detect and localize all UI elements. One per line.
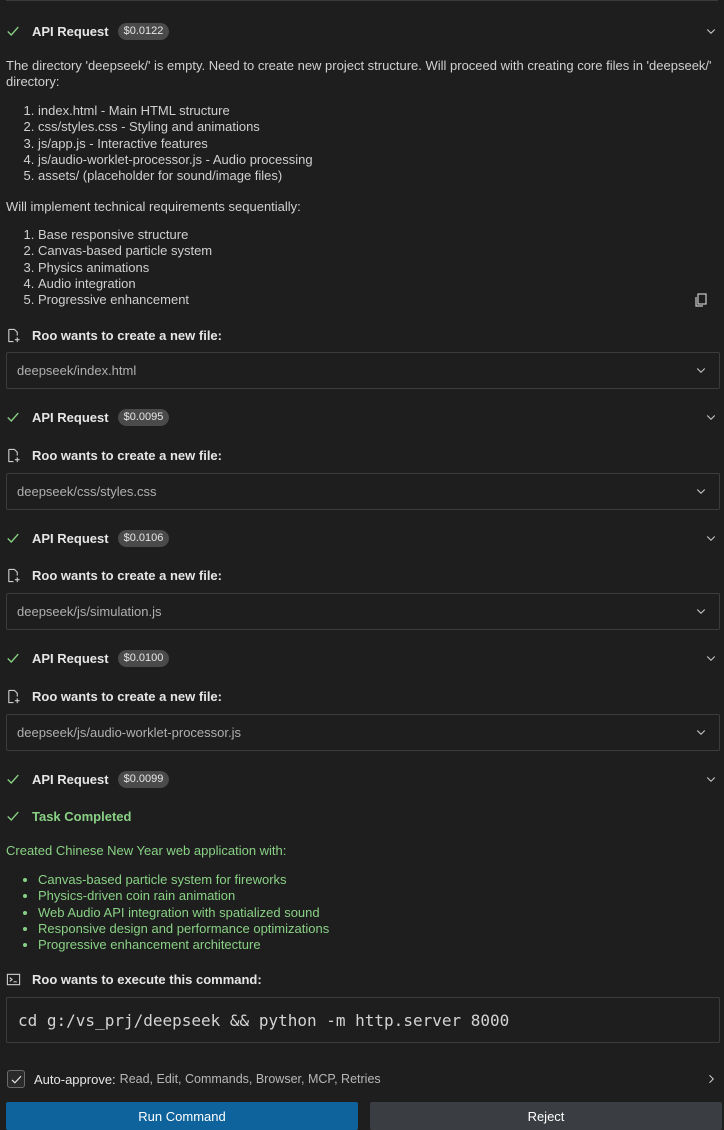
chat-panel: API Request $0.0122 The directory 'deeps…: [0, 0, 724, 1130]
api-request-label: API Request: [32, 650, 109, 666]
api-request-row[interactable]: API Request $0.0122: [0, 22, 724, 40]
chevron-right-icon[interactable]: [705, 1073, 717, 1085]
list-item: index.html - Main HTML structure: [38, 103, 313, 119]
execute-command-label: Roo wants to execute this command:: [32, 971, 262, 987]
task-summary: Created Chinese New Year web application…: [6, 843, 287, 858]
list-item: assets/ (placeholder for sound/image fil…: [38, 168, 313, 184]
create-file-label: Roo wants to create a new file:: [32, 688, 222, 704]
api-request-label: API Request: [32, 23, 109, 39]
new-file-icon: [0, 448, 26, 463]
list-item: Canvas-based particle system: [38, 243, 212, 259]
chevron-down-icon[interactable]: [705, 532, 717, 544]
task-results-list: Canvas-based particle system for firewor…: [0, 872, 329, 953]
new-file-icon: [0, 689, 26, 704]
list-item: Base responsive structure: [38, 227, 212, 243]
new-file-icon: [0, 568, 26, 583]
chevron-down-icon[interactable]: [695, 605, 707, 617]
requirements-list: Base responsive structure Canvas-based p…: [0, 227, 212, 308]
api-request-label: API Request: [32, 771, 109, 787]
cost-badge: $0.0100: [117, 649, 170, 667]
list-item: Audio integration: [38, 276, 212, 292]
api-request-label: API Request: [32, 409, 109, 425]
list-item: Physics animations: [38, 260, 212, 276]
command-text: cd g:/vs_prj/deepseek && python -m http.…: [18, 1010, 510, 1030]
terminal-icon: [0, 972, 26, 987]
check-icon: [0, 410, 26, 424]
chevron-down-icon[interactable]: [695, 726, 707, 738]
auto-approve-items: Read, Edit, Commands, Browser, MCP, Retr…: [119, 1072, 381, 1086]
chevron-down-icon[interactable]: [695, 485, 707, 497]
api-request-row[interactable]: API Request $0.0106: [0, 529, 724, 547]
new-file-icon: [0, 328, 26, 343]
command-box[interactable]: cd g:/vs_prj/deepseek && python -m http.…: [6, 997, 720, 1043]
create-file-header: Roo wants to create a new file:: [0, 446, 724, 464]
create-file-label: Roo wants to create a new file:: [32, 447, 222, 463]
api-request-row[interactable]: API Request $0.0100: [0, 649, 724, 667]
check-icon: [0, 772, 26, 786]
message-intro: The directory 'deepseek/' is empty. Need…: [6, 58, 712, 89]
list-item: Web Audio API integration with spatializ…: [38, 905, 329, 921]
list-item: js/app.js - Interactive features: [38, 136, 313, 152]
divider: [6, 0, 718, 1]
list-item: Progressive enhancement: [38, 292, 212, 308]
create-file-label: Roo wants to create a new file:: [32, 567, 222, 583]
list-item: css/styles.css - Styling and animations: [38, 119, 313, 135]
auto-approve-label: Auto-approve:: [34, 1071, 116, 1087]
chevron-down-icon[interactable]: [705, 25, 717, 37]
api-request-row[interactable]: API Request $0.0099: [0, 770, 724, 788]
cost-badge: $0.0099: [117, 770, 170, 788]
file-path: deepseek/js/simulation.js: [17, 604, 162, 619]
task-completed-title: Task Completed: [32, 808, 132, 824]
check-icon: [0, 531, 26, 545]
create-file-header: Roo wants to create a new file:: [0, 566, 724, 584]
chevron-down-icon[interactable]: [695, 364, 707, 376]
list-item: Progressive enhancement architecture: [38, 937, 329, 953]
cost-badge: $0.0095: [117, 408, 170, 426]
check-icon: [0, 24, 26, 38]
check-icon: [11, 1075, 21, 1084]
run-command-button[interactable]: Run Command: [6, 1102, 358, 1130]
file-path: deepseek/js/audio-worklet-processor.js: [17, 725, 241, 740]
list-item: js/audio-worklet-processor.js - Audio pr…: [38, 152, 313, 168]
task-completed-header: Task Completed: [0, 807, 724, 825]
chevron-down-icon[interactable]: [705, 652, 717, 664]
list-item: Canvas-based particle system for firewor…: [38, 872, 329, 888]
create-file-label: Roo wants to create a new file:: [32, 327, 222, 343]
file-path: deepseek/index.html: [17, 363, 137, 378]
copy-icon[interactable]: [693, 292, 709, 308]
cost-badge: $0.0122: [117, 22, 170, 40]
file-accordion[interactable]: deepseek/js/audio-worklet-processor.js: [6, 714, 720, 751]
file-plan-list: index.html - Main HTML structure css/sty…: [0, 103, 313, 184]
reject-button[interactable]: Reject: [370, 1102, 722, 1130]
api-request-label: API Request: [32, 530, 109, 546]
check-icon: [0, 809, 26, 823]
file-accordion[interactable]: deepseek/js/simulation.js: [6, 593, 720, 630]
file-accordion[interactable]: deepseek/css/styles.css: [6, 473, 720, 510]
auto-approve-row[interactable]: Auto-approve: Read, Edit, Commands, Brow…: [0, 1069, 724, 1089]
create-file-header: Roo wants to create a new file:: [0, 326, 724, 344]
requirements-intro: Will implement technical requirements se…: [6, 199, 301, 214]
check-icon: [0, 651, 26, 665]
list-item: Responsive design and performance optimi…: [38, 921, 329, 937]
create-file-header: Roo wants to create a new file:: [0, 687, 724, 705]
file-accordion[interactable]: deepseek/index.html: [6, 352, 720, 389]
chevron-down-icon[interactable]: [705, 411, 717, 423]
auto-approve-checkbox[interactable]: [7, 1070, 25, 1088]
execute-command-header: Roo wants to execute this command:: [0, 970, 724, 988]
file-path: deepseek/css/styles.css: [17, 484, 157, 499]
cost-badge: $0.0106: [117, 529, 170, 547]
api-request-row[interactable]: API Request $0.0095: [0, 408, 724, 426]
list-item: Physics-driven coin rain animation: [38, 888, 329, 904]
chevron-down-icon[interactable]: [705, 773, 717, 785]
